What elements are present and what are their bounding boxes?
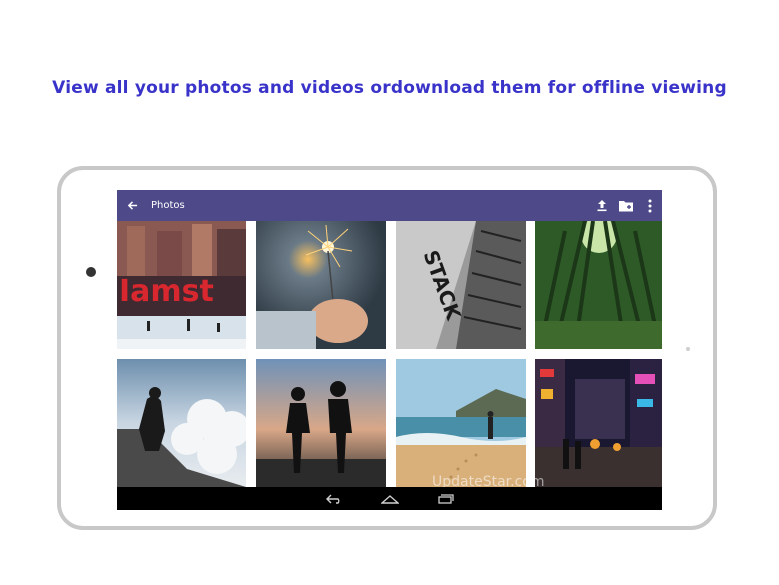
- nav-home-button[interactable]: [380, 489, 400, 509]
- nav-recents-button[interactable]: [436, 489, 456, 509]
- photo-iamsterdam[interactable]: Iamst: [117, 221, 246, 349]
- photo-bamboo-forest[interactable]: [535, 221, 662, 349]
- headline: View all your photos and videos ordownlo…: [52, 78, 727, 98]
- photo-stack-sign[interactable]: STACK: [396, 221, 526, 349]
- app-bar-title: Photos: [151, 200, 185, 211]
- home-icon: [380, 494, 399, 504]
- photo-couple-sunset[interactable]: [256, 359, 386, 487]
- svg-text:Iamst: Iamst: [119, 274, 214, 309]
- back-icon: [325, 494, 339, 504]
- folder-plus-icon: [619, 201, 633, 212]
- upload-icon: [597, 200, 607, 212]
- photo-city-night[interactable]: [535, 359, 662, 487]
- photo-man-above-clouds[interactable]: [117, 359, 246, 487]
- tablet-sensor: [686, 347, 690, 351]
- upload-button[interactable]: [590, 190, 614, 221]
- tablet-screen: Photos Iamst STACK UpdateStar.com: [117, 190, 662, 510]
- new-folder-button[interactable]: [614, 190, 638, 221]
- recents-icon: [437, 493, 454, 504]
- app-bar-actions: [590, 190, 662, 221]
- photo-grid: Iamst STACK: [117, 221, 662, 487]
- more-options-button[interactable]: [638, 190, 662, 221]
- app-bar: Photos: [117, 190, 662, 221]
- photo-sparkler[interactable]: [256, 221, 386, 349]
- tablet-camera: [86, 267, 96, 277]
- more-vertical-icon: [648, 199, 652, 212]
- photo-beach[interactable]: [396, 359, 526, 487]
- back-button[interactable]: [117, 190, 147, 221]
- arrow-left-icon: [127, 201, 137, 210]
- nav-back-button[interactable]: [324, 489, 344, 509]
- system-nav-bar: [117, 487, 662, 510]
